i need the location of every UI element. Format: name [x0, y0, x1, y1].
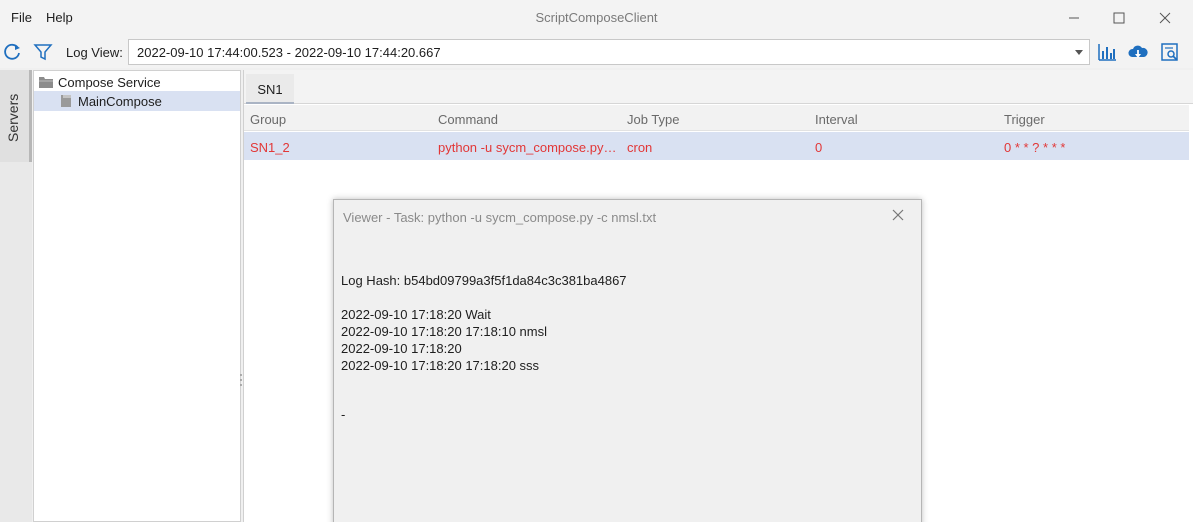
viewer-dialog: Viewer - Task: python -u sycm_compose.py… — [333, 199, 922, 522]
column-header-job-type[interactable]: Job Type — [627, 112, 680, 127]
toolbar: Log View: 2022-09-10 17:44:00.523 - 2022… — [0, 36, 1193, 68]
tab-bar: SN1 — [244, 70, 1193, 104]
chevron-down-icon[interactable] — [1073, 46, 1085, 58]
tree-item-label: Compose Service — [58, 75, 161, 90]
tree-item-label: MainCompose — [78, 94, 162, 109]
close-icon[interactable] — [1153, 6, 1177, 30]
column-header-trigger[interactable]: Trigger — [1004, 112, 1045, 127]
cell-interval: 0 — [815, 140, 823, 155]
window-title: ScriptComposeClient — [535, 10, 658, 25]
cell-command: python -u sycm_compose.py -c nmsl.txt — [438, 140, 618, 155]
refresh-icon[interactable] — [1, 41, 23, 63]
table-row[interactable]: SN1_2 python -u sycm_compose.py -c nmsl.… — [244, 132, 1189, 160]
search-document-icon[interactable] — [1159, 41, 1181, 63]
servers-tab[interactable]: Servers — [0, 70, 32, 162]
table-header: Group Command Job Type Interval Trigger — [244, 105, 1189, 131]
cell-trigger: 0 * * ? * * * — [1004, 140, 1066, 155]
column-header-group[interactable]: Group — [250, 112, 286, 127]
column-header-interval[interactable]: Interval — [815, 112, 858, 127]
cell-job-type: cron — [627, 140, 653, 155]
viewer-title: Viewer - Task: python -u sycm_compose.py… — [343, 210, 657, 225]
cloud-download-icon[interactable] — [1127, 41, 1149, 63]
chart-icon[interactable] — [1096, 41, 1118, 63]
servers-label: Servers — [5, 93, 21, 142]
log-view-label: Log View: — [66, 45, 123, 60]
column-header-command[interactable]: Command — [438, 112, 618, 127]
title-bar: File Help ScriptComposeClient — [0, 0, 1193, 36]
maximize-icon[interactable] — [1107, 6, 1131, 30]
close-icon[interactable] — [890, 207, 906, 223]
log-hash: Log Hash: b54bd09799a3f5f1da84c3c381ba48… — [341, 273, 627, 288]
log-line: 2022-09-10 17:18:20 17:18:20 sss — [341, 358, 540, 373]
cell-group: SN1_2 — [250, 140, 290, 155]
log-view-value: 2022-09-10 17:44:00.523 - 2022-09-10 17:… — [137, 45, 441, 60]
folder-icon — [39, 77, 53, 88]
minimize-icon[interactable] — [1062, 6, 1086, 30]
log-line: 2022-09-10 17:18:20 17:18:10 nmsl — [341, 324, 547, 339]
compose-tree: Compose Service MainCompose — [33, 70, 241, 522]
servers-strip: Servers — [0, 70, 32, 522]
filter-icon[interactable] — [32, 41, 54, 63]
log-line: 2022-09-10 17:18:20 Wait — [341, 307, 491, 322]
tree-item-main-compose[interactable]: MainCompose — [34, 91, 240, 111]
tab-sn1[interactable]: SN1 — [246, 74, 294, 104]
file-icon — [61, 95, 71, 107]
tab-label: SN1 — [257, 82, 283, 97]
log-line: 2022-09-10 17:18:20 — [341, 341, 462, 356]
log-tail: - — [341, 407, 346, 422]
log-view-select[interactable]: 2022-09-10 17:44:00.523 - 2022-09-10 17:… — [128, 39, 1090, 65]
tree-item-compose-service[interactable]: Compose Service — [34, 72, 240, 92]
